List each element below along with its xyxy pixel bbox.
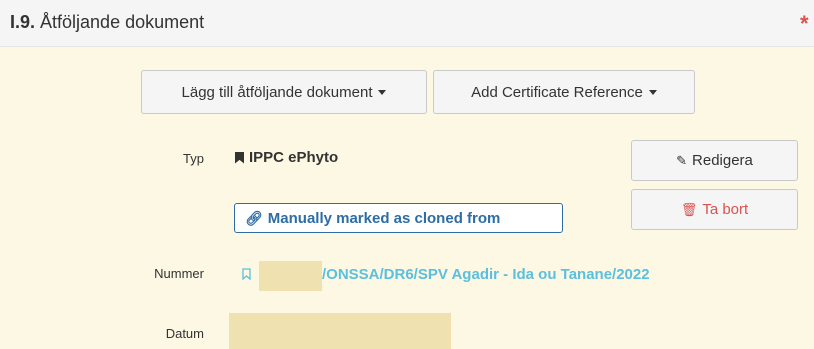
chevron-down-icon: [648, 89, 657, 95]
type-value: IPPC ePhyto: [235, 149, 338, 166]
cloned-from-badge[interactable]: 🔗︎ Manually marked as cloned from: [234, 203, 563, 233]
section-body: Lägg till åtföljande dokument Add Certif…: [0, 47, 814, 349]
cloned-badge-text: Manually marked as cloned from: [267, 209, 501, 227]
bookmark-outline-icon: [242, 268, 251, 280]
date-label: Datum: [165, 326, 204, 341]
section-header: I.9. Åtföljande dokument *: [0, 0, 814, 47]
edit-label: Redigera: [692, 152, 753, 169]
section-title: I.9. Åtföljande dokument: [10, 12, 204, 33]
document-number-link[interactable]: /ONSSA/DR6/SPV Agadir - Ida ou Tanane/20…: [322, 266, 650, 283]
delete-button[interactable]: 🗑︎ Ta bort: [631, 189, 798, 230]
number-label: Nummer: [154, 266, 204, 281]
delete-label: Ta bort: [702, 201, 749, 218]
edit-icon: ✎: [676, 152, 688, 168]
type-label: Typ: [183, 151, 204, 166]
add-certificate-reference-button[interactable]: Add Certificate Reference: [433, 70, 695, 114]
link-icon: 🔗︎: [245, 209, 263, 226]
redacted-date-value: [229, 313, 451, 349]
trash-icon: 🗑︎: [680, 201, 698, 217]
section-number: I.9.: [10, 12, 36, 32]
section-title-text: Åtföljande dokument: [35, 12, 205, 32]
type-value-text: IPPC ePhyto: [249, 149, 339, 166]
chevron-down-icon: [378, 89, 387, 95]
add-document-label: Lägg till åtföljande dokument: [181, 83, 373, 101]
required-marker: *: [800, 11, 809, 36]
redacted-number-prefix: [259, 261, 322, 291]
edit-button[interactable]: ✎ Redigera: [631, 140, 798, 181]
bookmark-icon: [235, 151, 244, 164]
add-certificate-label: Add Certificate Reference: [471, 83, 643, 101]
add-document-button[interactable]: Lägg till åtföljande dokument: [141, 70, 427, 114]
